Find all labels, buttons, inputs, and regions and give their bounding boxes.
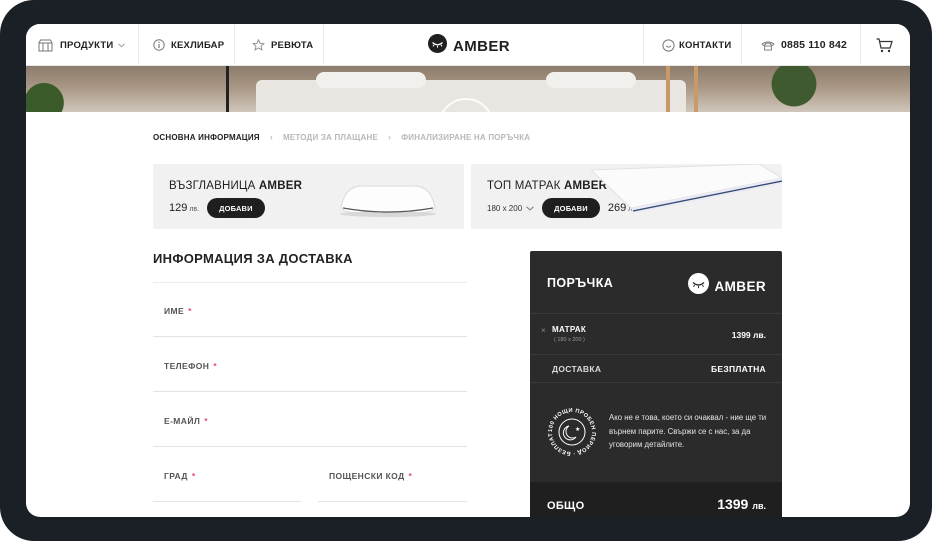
pillow-image — [546, 72, 636, 88]
order-brand-name: AMBER — [714, 278, 766, 294]
trial-period-seal: 100 НОЩИ ПРОБЕН ПЕРИОД · БЕЗПЛАТНО ★ — [542, 400, 600, 460]
total-value: 1399 лв. — [717, 496, 766, 512]
order-divider — [530, 382, 782, 383]
email-field[interactable]: Е-МАЙЛ * — [153, 392, 467, 447]
header-divider — [323, 24, 324, 66]
email-label: Е-МАЙЛ * — [164, 416, 208, 426]
nav-reviews[interactable]: РЕВЮТА — [252, 24, 313, 66]
step-payment-methods[interactable]: МЕТОДИ ЗА ПЛАЩАНЕ — [283, 133, 378, 142]
required-mark: * — [204, 416, 208, 426]
cart-icon — [876, 37, 893, 53]
required-mark: * — [188, 306, 192, 316]
site-header: ПРОДУКТИ КЕХЛИБАР РЕВЮТА AMBER КОНТАКТИ … — [26, 24, 910, 66]
plant-right — [766, 66, 836, 112]
promo-title: ТОП МАТРАК AMBER — [487, 180, 607, 192]
order-item-price: 1399 лв. — [731, 330, 766, 340]
brand-logo[interactable]: AMBER — [428, 34, 510, 58]
postal-code-label: ПОЩЕНСКИ КОД * — [329, 471, 413, 481]
remove-item-button[interactable]: × — [541, 326, 546, 335]
nav-amber-label: КЕХЛИБАР — [171, 39, 225, 51]
promo-title-text: ВЪЗГЛАВНИЦА — [169, 180, 256, 192]
promo-topper: ТОП МАТРАК AMBER 180 x 200 ДОБАВИ 269 лв… — [471, 164, 782, 229]
city-label: ГРАД * — [164, 471, 196, 481]
brand-name: AMBER — [453, 37, 510, 55]
header-divider — [741, 24, 742, 66]
order-summary: ПОРЪЧКА AMBER × МАТРАК ( 180 x 200 ) 139… — [530, 251, 782, 517]
checkout-steps: ОСНОВНА ИНФОРМАЦИЯ › МЕТОДИ ЗА ПЛАЩАНЕ ›… — [153, 132, 530, 142]
order-divider — [530, 313, 782, 314]
promo-title-brand: AMBER — [258, 180, 303, 192]
pillow-product-image — [335, 178, 441, 218]
chevron-right-icon: › — [269, 132, 273, 142]
nav-products-label: ПРОДУКТИ — [60, 39, 114, 51]
hero-banner — [26, 66, 910, 112]
order-brand-logo: AMBER — [687, 273, 767, 299]
required-mark: * — [191, 471, 196, 481]
chevron-down-icon — [526, 205, 534, 211]
total-label: ОБЩО — [547, 500, 585, 512]
svg-text:★: ★ — [575, 426, 580, 433]
amber-logo-icon — [428, 34, 447, 58]
topper-product-image — [589, 164, 782, 214]
delivery-label: ДОСТАВКА — [552, 364, 602, 374]
amber-logo-icon — [687, 273, 709, 299]
promo-price: 129 лв. — [169, 202, 200, 214]
header-divider — [860, 24, 861, 66]
pillow-image — [316, 72, 426, 88]
delivery-value: БЕЗПЛАТНА — [710, 364, 766, 374]
plant-left — [26, 66, 86, 112]
add-pillow-button[interactable]: ДОБАВИ — [207, 198, 265, 218]
order-divider — [530, 354, 782, 355]
chat-icon — [662, 38, 675, 52]
header-divider — [643, 24, 644, 66]
nav-contacts[interactable]: КОНТАКТИ — [662, 24, 731, 66]
order-item-size: ( 180 x 200 ) — [554, 337, 585, 343]
order-title: ПОРЪЧКА — [547, 276, 614, 290]
browser-viewport: ПРОДУКТИ КЕХЛИБАР РЕВЮТА AMBER КОНТАКТИ … — [26, 24, 910, 517]
svg-text:100 НОЩИ ПРОБЕН ПЕРИОД · БЕЗПЛ: 100 НОЩИ ПРОБЕН ПЕРИОД · БЕЗПЛАТНО — [544, 404, 596, 456]
guarantee-text: Ако не е това, което си очаквал - ние ще… — [609, 413, 767, 449]
promo-title: ВЪЗГЛАВНИЦА AMBER — [169, 180, 302, 192]
step-finalize[interactable]: ФИНАЛИЗИРАНЕ НА ПОРЪЧКА — [401, 133, 530, 142]
phone-icon — [761, 40, 775, 51]
store-icon — [38, 39, 53, 52]
promo-pillow: ВЪЗГЛАВНИЦА AMBER 129 лв. ДОБАВИ — [153, 164, 464, 229]
chevron-down-icon — [118, 42, 126, 48]
phone-field[interactable]: ТЕЛЕФОН * — [153, 337, 467, 392]
nav-amber[interactable]: КЕХЛИБАР — [153, 24, 224, 66]
info-icon — [153, 39, 165, 51]
size-select[interactable]: 180 x 200 — [487, 204, 534, 213]
size-select-value: 180 x 200 — [487, 203, 523, 213]
header-divider — [138, 24, 139, 66]
nav-contacts-label: КОНТАКТИ — [679, 39, 732, 51]
delivery-info-title: ИНФОРМАЦИЯ ЗА ДОСТАВКА — [153, 251, 353, 266]
required-mark: * — [213, 361, 218, 371]
header-divider — [234, 24, 235, 66]
chevron-right-icon: › — [388, 132, 392, 142]
lamp-stand — [226, 66, 229, 112]
name-field[interactable]: ИМЕ * — [153, 282, 467, 337]
phone-number: 0885 110 842 — [781, 39, 848, 51]
required-mark: * — [408, 471, 413, 481]
tripod-leg — [694, 66, 698, 112]
promo-title-text: ТОП МАТРАК — [487, 180, 561, 192]
nav-reviews-label: РЕВЮТА — [271, 39, 314, 51]
step-basic-info[interactable]: ОСНОВНА ИНФОРМАЦИЯ — [153, 133, 260, 142]
order-item-name: МАТРАК — [552, 325, 587, 334]
city-field[interactable]: ГРАД * — [153, 447, 301, 502]
phone-label: ТЕЛЕФОН * — [164, 361, 218, 371]
star-icon — [252, 39, 265, 51]
tripod-leg — [666, 66, 670, 112]
postal-code-field[interactable]: ПОЩЕНСКИ КОД * — [318, 447, 467, 502]
phone-link[interactable]: 0885 110 842 — [761, 24, 847, 66]
nav-products[interactable]: ПРОДУКТИ — [38, 24, 126, 66]
cart-button[interactable] — [876, 24, 893, 66]
name-label: ИМЕ * — [164, 306, 192, 316]
